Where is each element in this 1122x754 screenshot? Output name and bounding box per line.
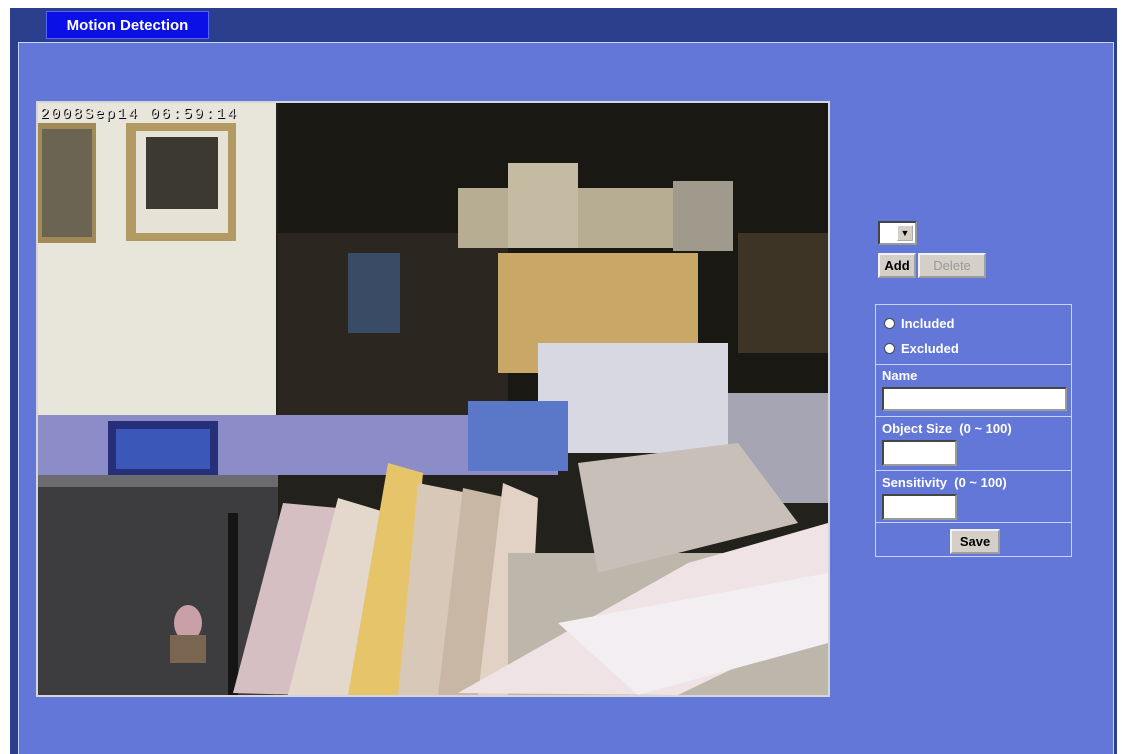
save-button[interactable]: Save <box>950 529 1000 554</box>
radio-included-row[interactable]: Included <box>884 316 954 331</box>
excluded-radio[interactable] <box>884 343 895 354</box>
name-row: Name <box>876 365 1071 417</box>
name-input[interactable] <box>882 387 1067 411</box>
detection-settings-panel: Included Excluded Name Object Size (0 ~ … <box>875 304 1072 557</box>
object-size-row: Object Size (0 ~ 100) <box>876 417 1071 471</box>
delete-button[interactable]: Delete <box>918 253 986 278</box>
chevron-down-icon[interactable]: ▼ <box>897 225 913 241</box>
sensitivity-row: Sensitivity (0 ~ 100) <box>876 471 1071 523</box>
object-size-input[interactable] <box>882 440 957 466</box>
object-size-label: Object Size (0 ~ 100) <box>882 421 1012 436</box>
tab-motion-detection[interactable]: Motion Detection <box>46 11 209 39</box>
included-radio[interactable] <box>884 318 895 329</box>
excluded-label: Excluded <box>901 341 959 356</box>
sensitivity-input[interactable] <box>882 494 957 520</box>
camera-feed: 2008Sep14 06:59:14 <box>36 101 830 697</box>
detection-window-select[interactable]: ▼ <box>878 221 917 245</box>
included-label: Included <box>901 316 955 331</box>
sensitivity-label: Sensitivity (0 ~ 100) <box>882 475 1007 490</box>
name-label: Name <box>882 368 918 383</box>
save-row: Save <box>876 523 1071 556</box>
region-type-row: Included Excluded <box>876 305 1071 365</box>
radio-excluded-row[interactable]: Excluded <box>884 341 959 356</box>
camera-image <box>38 103 828 695</box>
video-timestamp: 2008Sep14 06:59:14 <box>40 106 239 123</box>
add-button[interactable]: Add <box>878 253 916 278</box>
